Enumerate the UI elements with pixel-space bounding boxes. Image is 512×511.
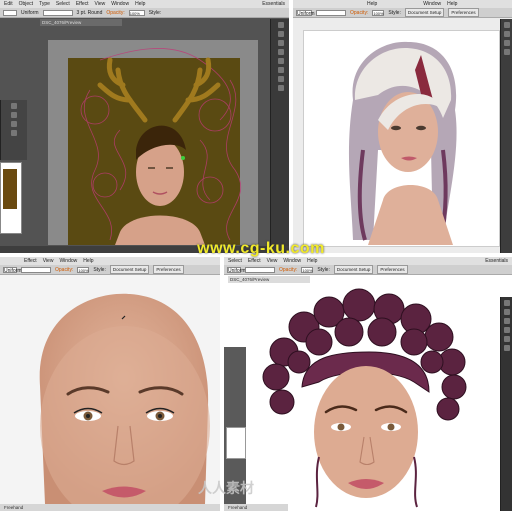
portrait-artwork[interactable]	[224, 257, 500, 511]
portrait-artwork	[348, 41, 457, 245]
brushes-icon[interactable]	[504, 318, 510, 324]
watermark-text: www.cg-ku.com	[197, 240, 325, 257]
anchor-point-icon	[181, 156, 185, 160]
symbols-icon[interactable]	[504, 327, 510, 333]
color-panel-icon[interactable]	[504, 300, 510, 306]
menu-window[interactable]: Window	[59, 257, 77, 265]
stroke-icon[interactable]	[504, 345, 510, 351]
opacity-label: Opacity:	[55, 266, 74, 273]
portrait-artwork[interactable]	[0, 276, 220, 504]
status-bar: Freehand	[224, 504, 288, 511]
menu-help[interactable]: Help	[83, 257, 93, 265]
screenshot-bald-base: Effect View Window Help Uniform Opacity:…	[0, 257, 220, 511]
control-bar: Uniform Opacity: 100% Style: Document Se…	[0, 265, 220, 275]
swatches-icon[interactable]	[504, 309, 510, 315]
status-bar: Freehand	[0, 504, 220, 511]
watermark-logo: 人人素材	[198, 480, 254, 496]
screenshot-blonde-hair: Help Window Help Uniform Opacity: 100% S…	[293, 0, 512, 253]
brush-mode[interactable]: Uniform	[3, 266, 22, 274]
menu-view[interactable]: View	[43, 257, 54, 265]
menu-effect[interactable]: Effect	[24, 257, 37, 265]
menu-bar: Effect View Window Help	[0, 257, 220, 265]
artboard[interactable]	[0, 0, 289, 253]
screenshot-antler-draft: Edit Object Type Select Effect View Wind…	[0, 0, 289, 253]
layers-icon[interactable]	[504, 336, 510, 342]
right-panel-dock	[500, 297, 512, 511]
style-label: Style:	[93, 266, 106, 273]
document-setup-button[interactable]: Document Setup	[109, 265, 150, 274]
opacity-input[interactable]: 100%	[77, 266, 90, 273]
preferences-button[interactable]: Preferences	[153, 265, 184, 274]
brush-profile[interactable]	[21, 266, 51, 273]
screenshot-curly-updo: Select Effect View Window Help Essential…	[224, 257, 512, 511]
